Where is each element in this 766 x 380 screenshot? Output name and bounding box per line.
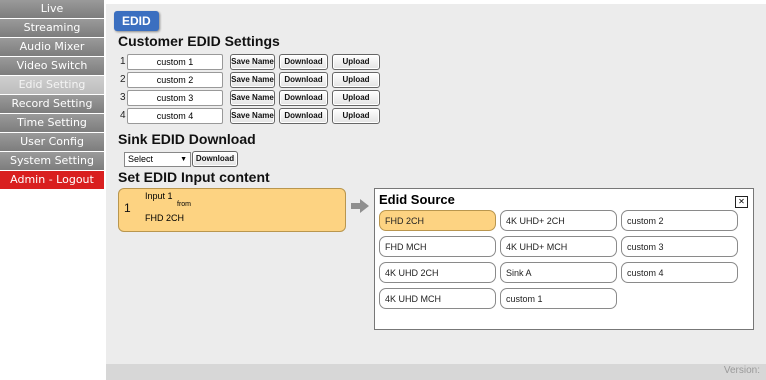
custom-name-input-3[interactable] [127, 90, 223, 106]
sidebar-nav: Live Streaming Audio Mixer Video Switch … [0, 0, 104, 190]
sidebar-item-audio-mixer[interactable]: Audio Mixer [0, 38, 104, 56]
sidebar-item-system-setting[interactable]: System Setting [0, 152, 104, 170]
source-sink-a[interactable]: Sink A [500, 262, 617, 283]
tab-edid[interactable]: EDID [114, 11, 159, 31]
arrow-right-icon [351, 199, 369, 213]
sidebar-item-user-config[interactable]: User Config [0, 133, 104, 151]
custom-name-input-4[interactable] [127, 108, 223, 124]
chevron-down-icon: ▼ [180, 156, 187, 163]
sidebar-item-admin-logout[interactable]: Admin - Logout [0, 171, 104, 189]
sink-edid-select[interactable]: Select ▼ [124, 152, 191, 167]
input-number: 1 [124, 201, 131, 215]
custom-name-input-2[interactable] [127, 72, 223, 88]
source-fhd-2ch[interactable]: FHD 2CH [379, 210, 496, 231]
source-custom-1[interactable]: custom 1 [500, 288, 617, 309]
source-4k-uhd-mch[interactable]: 4K UHD MCH [379, 288, 496, 309]
upload-button-4[interactable]: Upload [332, 108, 380, 124]
close-icon[interactable]: ✕ [735, 196, 748, 208]
row-number: 4 [120, 110, 126, 121]
custom-name-input-1[interactable] [127, 54, 223, 70]
upload-button-1[interactable]: Upload [332, 54, 380, 70]
input-label: Input 1 [145, 191, 173, 201]
source-4k-uhd-plus-2ch[interactable]: 4K UHD+ 2CH [500, 210, 617, 231]
source-custom-2[interactable]: custom 2 [621, 210, 738, 231]
sink-edid-title: Sink EDID Download [118, 131, 256, 147]
download-button-1[interactable]: Download [279, 54, 328, 70]
save-name-button-1[interactable]: Save Name [230, 54, 275, 70]
source-4k-uhd-plus-mch[interactable]: 4K UHD+ MCH [500, 236, 617, 257]
upload-button-3[interactable]: Upload [332, 90, 380, 106]
download-button-2[interactable]: Download [279, 72, 328, 88]
save-name-button-3[interactable]: Save Name [230, 90, 275, 106]
source-custom-4[interactable]: custom 4 [621, 262, 738, 283]
sidebar-item-live[interactable]: Live [0, 0, 104, 18]
sink-select-value: Select [128, 154, 154, 164]
sidebar-item-edid-setting[interactable]: Edid Setting [0, 76, 104, 94]
customer-edid-title: Customer EDID Settings [118, 33, 280, 49]
footer-bar: Version: [106, 364, 766, 380]
set-edid-title: Set EDID Input content [118, 169, 270, 185]
save-name-button-2[interactable]: Save Name [230, 72, 275, 88]
sidebar-item-time-setting[interactable]: Time Setting [0, 114, 104, 132]
from-label: from [177, 201, 191, 208]
row-number: 1 [120, 56, 126, 67]
save-name-button-4[interactable]: Save Name [230, 108, 275, 124]
row-number: 3 [120, 92, 126, 103]
edid-source-panel: Edid Source ✕ FHD 2CH FHD MCH 4K UHD 2CH… [374, 188, 754, 330]
row-number: 2 [120, 74, 126, 85]
sidebar-item-streaming[interactable]: Streaming [0, 19, 104, 37]
main-panel: EDID Customer EDID Settings 1 Save Name … [106, 4, 766, 376]
sidebar-item-record-setting[interactable]: Record Setting [0, 95, 104, 113]
current-source: FHD 2CH [145, 213, 185, 223]
sidebar-item-video-switch[interactable]: Video Switch [0, 57, 104, 75]
download-button-4[interactable]: Download [279, 108, 328, 124]
version-label: Version: [723, 365, 760, 376]
source-fhd-mch[interactable]: FHD MCH [379, 236, 496, 257]
source-4k-uhd-2ch[interactable]: 4K UHD 2CH [379, 262, 496, 283]
download-button-3[interactable]: Download [279, 90, 328, 106]
source-custom-3[interactable]: custom 3 [621, 236, 738, 257]
edid-source-title: Edid Source [379, 192, 455, 207]
input-1-card[interactable]: Input 1 1 from FHD 2CH [118, 188, 346, 232]
upload-button-2[interactable]: Upload [332, 72, 380, 88]
sink-download-button[interactable]: Download [192, 151, 238, 167]
